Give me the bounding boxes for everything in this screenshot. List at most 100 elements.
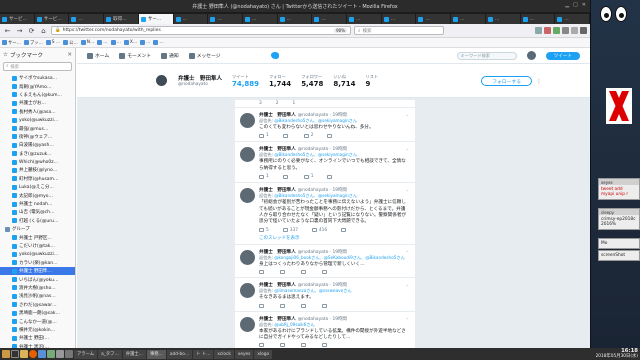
like-button[interactable]: 2 [303, 133, 313, 138]
nav-messages[interactable]: メッセージ [188, 52, 221, 59]
retweet-button[interactable] [280, 303, 287, 308]
like-button[interactable]: 416 [311, 228, 327, 233]
browser-tab[interactable]: … [242, 14, 277, 24]
browser-tab[interactable]: … [347, 14, 381, 24]
browser-tab[interactable]: … [416, 14, 451, 24]
files-icon[interactable] [20, 350, 28, 358]
sidebar-bookmark-item[interactable]: 山吉 (電気@ch… [0, 208, 75, 216]
more-icon[interactable]: ⋮ [536, 78, 542, 85]
clock[interactable]: 16:18 2018年05月30日(水) [596, 348, 638, 359]
retweet-count[interactable]: 2 [276, 101, 279, 107]
browser-tab[interactable]: … [485, 14, 520, 24]
nav-home[interactable]: ホーム [87, 52, 109, 59]
nav-notifications[interactable]: 通知 [161, 52, 179, 59]
reply-button[interactable] [259, 343, 266, 348]
tweet-avatar[interactable] [240, 249, 255, 265]
twitter-bird-icon[interactable] [270, 52, 279, 59]
tweet-avatar[interactable] [240, 316, 255, 332]
taskbar-item[interactable]: xeyes [234, 349, 254, 359]
browser-tab[interactable]: … [381, 14, 416, 24]
avatar[interactable] [526, 51, 536, 60]
sidebar-bookmark-item[interactable]: 横井元(@kokin… [0, 326, 75, 334]
show-thread-link[interactable]: このスレッドを表示 [259, 235, 409, 241]
reply-to-handles[interactable]: @Bikandesho5さん、@sekiyamaginさん [274, 152, 357, 157]
retweet-button[interactable]: 337 [282, 228, 298, 233]
url-bar[interactable]: 🔒 https://twitter.com/nodahayato/with_re… [51, 26, 351, 35]
like-button[interactable] [301, 303, 308, 308]
bookmark-item[interactable]: X… [123, 40, 137, 45]
reply-button[interactable] [259, 270, 266, 275]
sidebar-bookmark-item[interactable]: 浅見沙帆(@nas… [0, 292, 75, 300]
taskbar-item[interactable]: xlogo [254, 349, 273, 359]
profile-stat[interactable]: ツイート 74,889 [232, 74, 259, 88]
bookmark-item[interactable]: … [97, 40, 108, 45]
sidebar-bookmark-item[interactable]: こだいけ(@tak… [0, 242, 75, 250]
dm-button[interactable] [327, 174, 333, 179]
sidebar-bookmark-item[interactable]: 打越 (くる(@uru… [0, 217, 75, 225]
taskbar-item[interactable]: a_タフ… [98, 349, 122, 359]
editor-icon[interactable] [47, 350, 55, 358]
chevron-down-icon[interactable]: ⌄ [405, 283, 409, 288]
sidebar-bookmark-item[interactable]: 最強(@mus… [0, 124, 75, 132]
tweet-avatar[interactable] [240, 283, 255, 299]
reply-to-handles[interactable]: @Bikandesho5さん、@sekiyamaginさん [274, 118, 357, 123]
browser-tab[interactable]: … [208, 14, 242, 24]
sidebar-bookmark-item[interactable]: 弁護士 野田隼… [0, 266, 75, 276]
sidebar-bookmark-item[interactable]: 弁護士 戸野区… [0, 233, 75, 241]
sidebar-bookmark-item[interactable]: 弁護士がお… [0, 99, 75, 107]
profile-stat[interactable]: いいね 8,714 [333, 74, 355, 88]
mail-icon[interactable] [38, 350, 46, 358]
sidebar-bookmark-item[interactable]: 鳥飼(@YAmo… [0, 82, 75, 90]
retweet-button[interactable] [280, 270, 287, 275]
dm-button[interactable] [322, 343, 327, 348]
extension-icon[interactable] [535, 27, 542, 34]
sidebar-bookmark-item[interactable]: サイボウsukasa... [0, 74, 75, 82]
app-menu-icon[interactable] [2, 350, 10, 358]
xterm-window[interactable]: xeyes tweet add myapi unip r [598, 178, 640, 200]
sidebar-bookmark-item[interactable]: 黒埼鹿一朗(@sak… [0, 309, 75, 317]
browser-tab[interactable]: … [520, 14, 555, 24]
bookmark-item[interactable]: N… [80, 40, 94, 45]
chevron-down-icon[interactable]: ⌄ [405, 147, 409, 152]
browser-tab[interactable]: サービ… [0, 14, 34, 24]
retweet-button[interactable] [280, 343, 287, 348]
tweet-button[interactable]: ツイート [545, 51, 580, 60]
home-button[interactable]: ⌂ [39, 26, 48, 35]
dm-button[interactable] [322, 270, 327, 275]
reply-to-handles[interactable]: @Bikandesho5さん、@sekiyamaginさん [274, 193, 357, 198]
browser-tab[interactable]: … [555, 14, 589, 24]
chevron-down-icon[interactable]: ⌄ [405, 249, 409, 254]
sidebar-bookmark-item[interactable]: 町村惇(@husam… [0, 175, 75, 183]
browser-tab[interactable]: … [451, 14, 485, 24]
window-titlebar[interactable]: 弁護士 野田隼人 (@nodahayato) さん | Twitterから送信さ… [0, 0, 590, 12]
sidebar-bookmark-item[interactable]: Luka(@えこ分… [0, 183, 75, 191]
taskbar-item[interactable]: ト ト… [193, 349, 214, 359]
profile-stat[interactable]: リスト 9 [366, 74, 379, 88]
follow-button[interactable]: フォローする [481, 76, 532, 86]
reply-button[interactable]: 5 [259, 228, 269, 233]
extension-icon[interactable] [571, 27, 578, 34]
back-button[interactable]: ← [3, 26, 12, 35]
browser-tab[interactable]: サー… [138, 14, 173, 24]
sidebar-bookmark-item[interactable]: 太記郎(@myo… [0, 191, 75, 199]
dm-button[interactable] [327, 133, 333, 138]
bookmark-item[interactable]: サー… [2, 40, 21, 46]
dm-button[interactable] [322, 303, 327, 308]
sidebar-bookmark-item[interactable]: まき(@zuzuk… [0, 150, 75, 158]
sidebar-search-input[interactable]: ⌕ 検索 [3, 62, 72, 71]
sidebar-title[interactable]: ブックマーク [10, 51, 43, 59]
sidebar-bookmark-item[interactable]: くまえもん(@kum… [0, 91, 75, 99]
like-button[interactable]: 1 [303, 174, 313, 179]
small-window[interactable]: Mo [598, 238, 640, 249]
bookmark-item[interactable]: … [110, 40, 121, 45]
sleepy-window[interactable]: sleepy crimsy-ep2018c 2016% [598, 208, 640, 230]
sidebar-bookmark-item[interactable]: 白波陽(@yash… [0, 141, 75, 149]
profile-avatar[interactable] [155, 74, 168, 87]
chevron-down-icon[interactable]: ⌄ [405, 316, 409, 321]
search-input[interactable]: ⌕ 検索 [354, 26, 444, 35]
chevron-down-icon[interactable]: ⌄ [405, 188, 409, 193]
chevron-down-icon[interactable]: ⌄ [405, 113, 409, 118]
bookmark-item[interactable]: … [140, 40, 150, 45]
bookmark-item[interactable]: S … [45, 40, 60, 45]
extension-icon[interactable] [544, 27, 551, 34]
